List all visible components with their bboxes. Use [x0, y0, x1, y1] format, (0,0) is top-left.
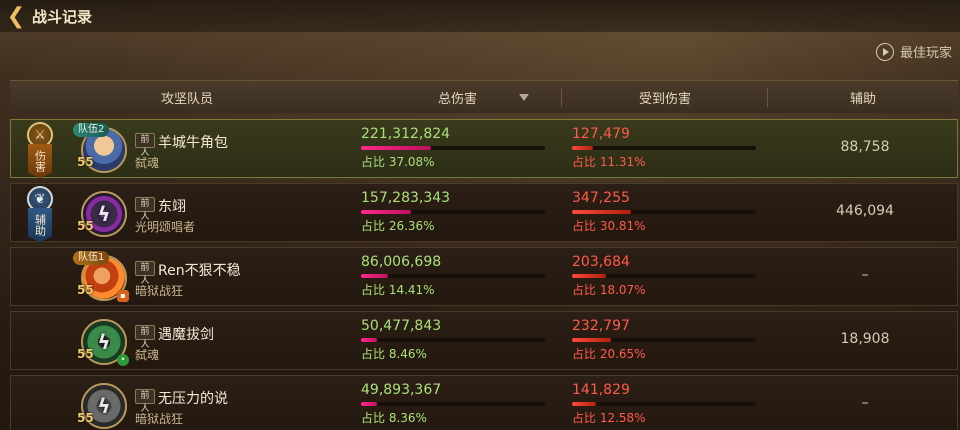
header-team: 攻坚队员 — [10, 81, 364, 114]
header-total-damage-label: 总伤害 — [438, 92, 478, 107]
best-player-label: 最佳玩家 — [899, 46, 952, 61]
table-row[interactable]: ⚔ 伤害 队伍2 55 前 人 羊城牛角包 弑魂 221,312,824 占比 … — [10, 119, 958, 178]
player-class: 弑魂 — [135, 156, 160, 170]
team-tag: 队伍2 — [73, 123, 110, 137]
taken-bar-fill — [572, 402, 596, 406]
back-arrow-icon[interactable]: ❮ — [2, 2, 30, 30]
player-name: 羊城牛角包 — [158, 135, 228, 151]
player-name: Ren不狠不稳 — [158, 263, 241, 279]
header-assist: 辅助 — [768, 81, 958, 114]
player-name: 东翊 — [158, 199, 186, 215]
prefix-badge: 前 人 — [135, 197, 155, 222]
taken-bar — [572, 146, 756, 150]
assist-value: – — [861, 395, 869, 411]
top-bar: ❮ 战斗记录 — [0, 0, 960, 32]
player-class: 暗狱战狂 — [135, 284, 184, 298]
ribbon-label: 伤害 — [33, 150, 47, 172]
taken-percent: 占比 11.31% — [572, 155, 646, 169]
damage-percent: 占比 8.36% — [361, 411, 427, 425]
prefix-badge: 前 人 — [135, 325, 155, 350]
table-row[interactable]: ❦ 辅助 ϟ 55 前 人 东翊 光明颂唱者 157,283,343 占比 26… — [10, 183, 958, 242]
prefix-badge: 前 人 — [135, 133, 155, 158]
damage-percent: 占比 37.08% — [361, 155, 435, 169]
header-total-damage[interactable]: 总伤害 — [438, 81, 530, 114]
damage-bar-fill — [361, 210, 411, 214]
table-header: 攻坚队员 总伤害 受到伤害 辅助 — [10, 80, 958, 113]
damage-value: 49,893,367 — [361, 382, 442, 398]
assist-value: 88,758 — [840, 139, 890, 155]
taken-percent: 占比 20.65% — [572, 347, 646, 361]
taken-percent: 占比 18.07% — [572, 283, 646, 297]
status-mark-icon: ▪ — [117, 290, 129, 302]
header-assist-label: 辅助 — [849, 92, 876, 107]
header-damage-taken-label: 受到伤害 — [638, 92, 691, 107]
taken-bar — [572, 402, 756, 406]
player-name: 遇魔拔剑 — [158, 327, 214, 343]
level-label: 55 — [77, 155, 94, 169]
support-ribbon: 辅助 — [28, 208, 52, 242]
table-row[interactable]: 队伍1 55 ▪ 前 人 Ren不狠不稳 暗狱战狂 86,006,698 占比 … — [10, 247, 958, 306]
taken-value: 232,797 — [572, 318, 630, 334]
assist-value: – — [861, 267, 869, 283]
team-tag: 队伍1 — [73, 251, 110, 265]
damage-bar — [361, 274, 545, 278]
play-icon — [875, 42, 894, 61]
damage-value: 50,477,843 — [361, 318, 442, 334]
taken-value: 203,684 — [572, 254, 630, 270]
header-team-label: 攻坚队员 — [160, 92, 213, 107]
damage-ribbon: 伤害 — [28, 144, 52, 178]
taken-bar-fill — [572, 274, 606, 278]
damage-bar — [361, 338, 545, 342]
support-badge: ❦ 辅助 — [25, 184, 55, 242]
damage-bar — [361, 210, 545, 214]
damage-bar — [361, 146, 545, 150]
assist-value: 446,094 — [836, 203, 894, 219]
taken-bar — [572, 338, 756, 342]
player-class: 光明颂唱者 — [135, 220, 196, 234]
prefix-badge: 前 人 — [135, 389, 155, 414]
level-label: 55 — [77, 219, 94, 233]
taken-bar-fill — [572, 146, 593, 150]
sort-down-icon[interactable] — [519, 94, 530, 101]
damage-bar — [361, 402, 545, 406]
damage-badge: ⚔ 伤害 — [25, 120, 55, 178]
level-label: 55 — [77, 347, 94, 361]
taken-value: 347,255 — [572, 190, 630, 206]
damage-bar-fill — [361, 402, 377, 406]
page-title: 战斗记录 — [32, 7, 93, 26]
damage-value: 221,312,824 — [361, 126, 451, 142]
table-row[interactable]: ϟ 55 • 前 人 遇魔拔剑 弑魂 50,477,843 占比 8.46% 2… — [10, 311, 958, 370]
table-row[interactable]: ϟ 55 前 人 无压力的说 暗狱战狂 49,893,367 占比 8.36% … — [10, 375, 958, 430]
player-class: 弑魂 — [135, 348, 160, 362]
chat-icon: • — [117, 354, 129, 366]
taken-value: 141,829 — [572, 382, 630, 398]
player-name: 无压力的说 — [158, 391, 228, 407]
damage-value: 157,283,343 — [361, 190, 451, 206]
taken-bar — [572, 210, 756, 214]
best-player-button[interactable]: 最佳玩家 — [875, 42, 952, 61]
damage-percent: 占比 8.46% — [361, 347, 427, 361]
damage-bar-fill — [361, 146, 431, 150]
player-class: 暗狱战狂 — [135, 412, 184, 426]
damage-bar-fill — [361, 274, 388, 278]
taken-percent: 占比 12.58% — [572, 411, 646, 425]
taken-bar — [572, 274, 756, 278]
level-label: 55 — [77, 411, 94, 425]
taken-value: 127,479 — [572, 126, 630, 142]
prefix-badge: 前 人 — [135, 261, 155, 286]
damage-percent: 占比 14.41% — [361, 283, 435, 297]
damage-value: 86,006,698 — [361, 254, 442, 270]
assist-value: 18,908 — [840, 331, 890, 347]
damage-percent: 占比 26.36% — [361, 219, 435, 233]
header-damage-taken: 受到伤害 — [562, 81, 768, 114]
taken-bar-fill — [572, 210, 631, 214]
level-label: 55 — [77, 283, 94, 297]
taken-percent: 占比 30.81% — [572, 219, 646, 233]
ribbon-label: 辅助 — [33, 214, 47, 236]
taken-bar-fill — [572, 338, 611, 342]
damage-bar-fill — [361, 338, 377, 342]
